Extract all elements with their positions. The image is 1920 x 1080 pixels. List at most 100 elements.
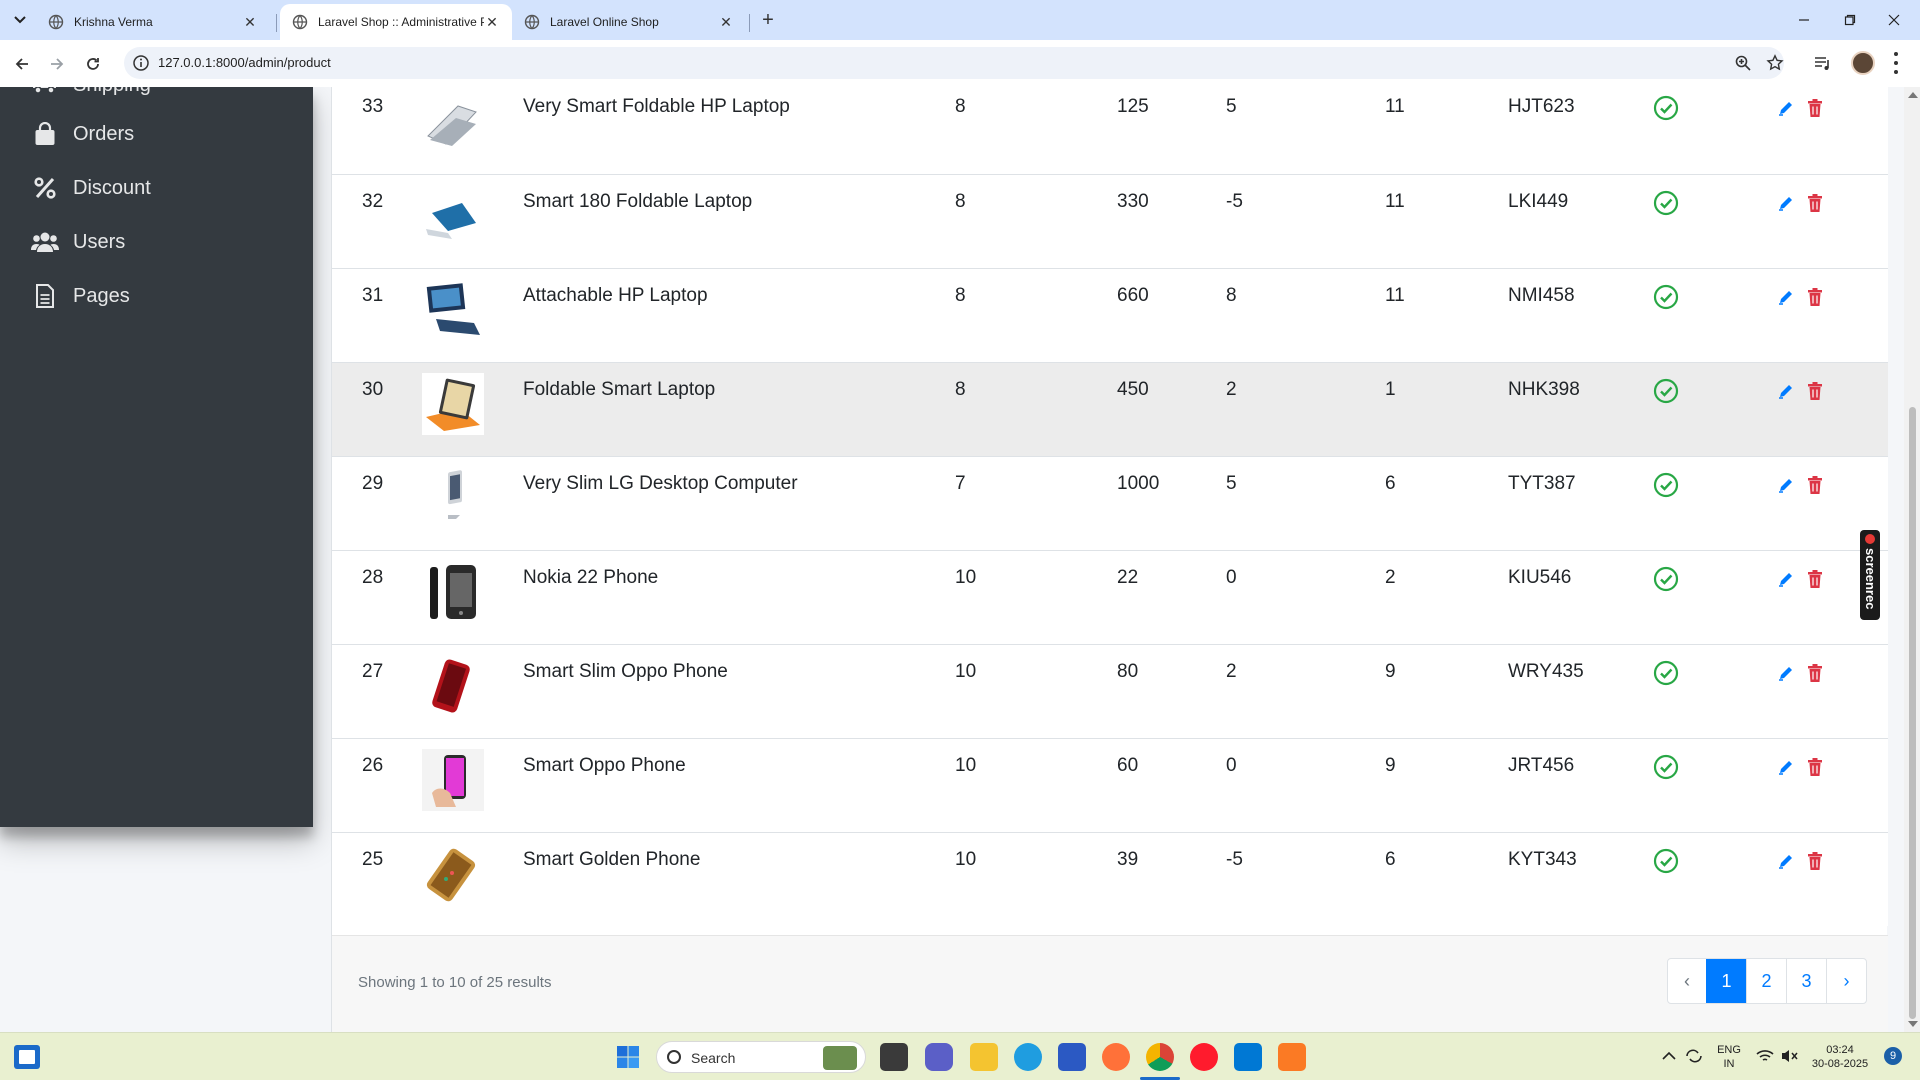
edit-pencil-icon[interactable] (1777, 476, 1795, 494)
delete-trash-icon[interactable] (1807, 288, 1823, 306)
browser-menu-button[interactable] (1892, 52, 1900, 74)
widgets-icon[interactable] (14, 1045, 40, 1069)
product-category: 8 (955, 96, 966, 117)
pagination-next[interactable]: › (1826, 959, 1866, 1003)
vscode-icon[interactable] (1234, 1043, 1262, 1071)
tab-laravel-online-shop[interactable]: Laravel Online Shop ✕ (512, 4, 746, 40)
bookmark-star-icon[interactable] (1766, 54, 1784, 72)
sidebar-item-discount[interactable]: Discount (30, 168, 151, 208)
file-explorer-icon[interactable] (970, 1043, 998, 1071)
close-icon[interactable]: ✕ (718, 14, 734, 30)
back-button[interactable] (9, 51, 35, 77)
edge-browser-icon[interactable] (1014, 1043, 1042, 1071)
clock[interactable]: 03:24 30-08-2025 (1808, 1043, 1872, 1071)
new-tab-button[interactable]: + (756, 9, 780, 31)
taskbar-search[interactable]: Search (656, 1041, 866, 1073)
close-icon[interactable]: ✕ (484, 14, 500, 30)
globe-icon (292, 14, 308, 30)
page-scrollbar[interactable] (1904, 87, 1920, 1032)
zoom-icon[interactable] (1734, 54, 1752, 72)
sync-icon[interactable] (1684, 1047, 1704, 1065)
product-sku: NHK398 (1508, 379, 1580, 400)
sidebar-item-orders[interactable]: Orders (30, 114, 134, 154)
edit-pencil-icon[interactable] (1777, 852, 1795, 870)
product-name[interactable]: Nokia 22 Phone (523, 567, 658, 589)
tab-title: Krishna Verma (74, 15, 153, 29)
profile-avatar[interactable] (1851, 51, 1875, 75)
minimize-icon (1799, 19, 1809, 21)
delete-trash-icon[interactable] (1807, 99, 1823, 117)
url-text[interactable]: 127.0.0.1:8000/admin/product (158, 55, 331, 70)
delete-trash-icon[interactable] (1807, 382, 1823, 400)
edit-pencil-icon[interactable] (1777, 194, 1795, 212)
product-sku: HJT623 (1508, 96, 1575, 117)
reload-button[interactable] (80, 51, 106, 77)
product-qty: 6 (1385, 473, 1396, 494)
truck-icon (30, 87, 60, 100)
product-name[interactable]: Foldable Smart Laptop (523, 379, 715, 401)
omnibox[interactable]: 127.0.0.1:8000/admin/product (124, 47, 1784, 79)
chrome-icon[interactable] (1146, 1043, 1174, 1071)
sidebar-item-shipping[interactable]: Shipping (30, 87, 151, 105)
product-name[interactable]: Smart Golden Phone (523, 849, 700, 871)
scroll-up-arrow-icon[interactable] (1908, 92, 1918, 98)
delete-trash-icon[interactable] (1807, 194, 1823, 212)
delete-trash-icon[interactable] (1807, 476, 1823, 494)
chevron-up-icon[interactable] (1662, 1051, 1676, 1061)
edit-pencil-icon[interactable] (1777, 664, 1795, 682)
firefox-icon[interactable] (1102, 1043, 1130, 1071)
restore-button[interactable] (1836, 8, 1864, 32)
tab-krishna-verma[interactable]: Krishna Verma ✕ (36, 4, 270, 40)
edit-pencil-icon[interactable] (1777, 288, 1795, 306)
product-sku: NMI458 (1508, 285, 1575, 306)
xampp-icon[interactable] (1278, 1043, 1306, 1071)
teams-chat-icon[interactable] (925, 1043, 953, 1071)
product-name[interactable]: Very Smart Foldable HP Laptop (523, 96, 790, 118)
scroll-thumb[interactable] (1909, 407, 1916, 1019)
tab-search-button[interactable] (8, 9, 32, 31)
product-name[interactable]: Very Slim LG Desktop Computer (523, 473, 798, 495)
pagination-prev[interactable]: ‹ (1668, 959, 1706, 1003)
wifi-icon[interactable] (1756, 1048, 1774, 1064)
product-qty: 6 (1385, 849, 1396, 870)
site-info-icon[interactable] (132, 54, 150, 72)
close-icon[interactable]: ✕ (242, 14, 258, 30)
product-category: 8 (955, 191, 966, 212)
delete-trash-icon[interactable] (1807, 758, 1823, 776)
pagination-page-2[interactable]: 2 (1746, 959, 1786, 1003)
edit-pencil-icon[interactable] (1777, 99, 1795, 117)
windows-start-icon[interactable] (616, 1045, 640, 1069)
scroll-down-arrow-icon[interactable] (1908, 1021, 1918, 1027)
screenrec-widget[interactable]: screenrec (1860, 530, 1880, 620)
product-name[interactable]: Smart Oppo Phone (523, 755, 686, 777)
browser-tab-bar: Krishna Verma ✕ Laravel Shop :: Administ… (0, 0, 1920, 40)
forward-button[interactable] (44, 51, 70, 77)
volume-muted-icon[interactable] (1780, 1048, 1798, 1064)
minimize-button[interactable] (1790, 8, 1818, 32)
product-discount: 0 (1226, 755, 1237, 776)
task-view-icon[interactable] (880, 1043, 908, 1071)
notification-badge[interactable]: 9 (1884, 1047, 1902, 1065)
product-name[interactable]: Smart 180 Foldable Laptop (523, 191, 752, 213)
delete-trash-icon[interactable] (1807, 664, 1823, 682)
product-name[interactable]: Attachable HP Laptop (523, 285, 708, 307)
tab-laravel-shop-admin[interactable]: Laravel Shop :: Administrative P ✕ (280, 4, 512, 40)
product-name[interactable]: Smart Slim Oppo Phone (523, 661, 728, 683)
pagination-page-1[interactable]: 1 (1706, 959, 1746, 1003)
sidebar-item-pages[interactable]: Pages (30, 276, 130, 316)
sidebar-item-users[interactable]: Users (30, 222, 125, 262)
edit-pencil-icon[interactable] (1777, 570, 1795, 588)
pagination-page-3[interactable]: 3 (1786, 959, 1826, 1003)
language-indicator[interactable]: ENG IN (1714, 1043, 1744, 1071)
microsoft-store-icon[interactable] (1058, 1043, 1086, 1071)
opera-icon[interactable] (1190, 1043, 1218, 1071)
close-window-button[interactable] (1880, 8, 1908, 32)
product-thumbnail (422, 373, 484, 435)
media-control-icon[interactable] (1814, 55, 1832, 71)
product-qty: 2 (1385, 567, 1396, 588)
delete-trash-icon[interactable] (1807, 570, 1823, 588)
product-price: 450 (1117, 379, 1149, 400)
edit-pencil-icon[interactable] (1777, 382, 1795, 400)
delete-trash-icon[interactable] (1807, 852, 1823, 870)
edit-pencil-icon[interactable] (1777, 758, 1795, 776)
